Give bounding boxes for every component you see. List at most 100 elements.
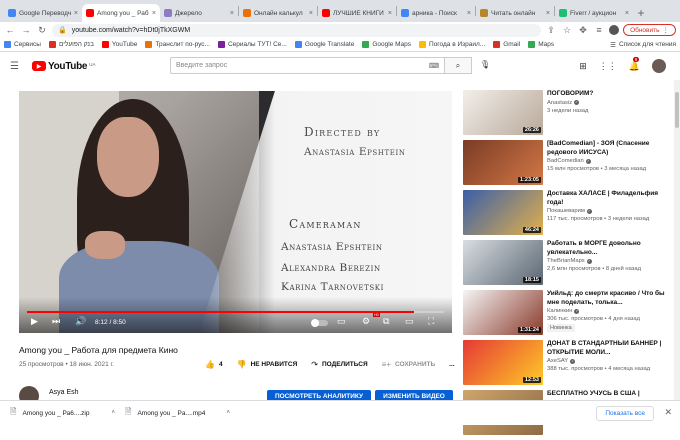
recommended-video[interactable]: 26:26 ПОГОВОРИМ? Anastasiz ✓ 3 недели назад	[463, 90, 678, 140]
download-item[interactable]: 🗎 Among you _ Pa....mp4 ˄	[125, 406, 240, 420]
share-icon[interactable]: ⇪	[545, 24, 557, 36]
video-thumbnail[interactable]: 26:26	[463, 90, 543, 135]
reading-list-button[interactable]: ☰ Список для чтения	[610, 41, 676, 49]
next-icon[interactable]: ⏭	[52, 316, 60, 327]
recommended-video-title[interactable]: Работать в МОРГЕ довольно увлекательно..…	[547, 240, 674, 257]
update-button[interactable]: Обновить ⋮	[623, 24, 676, 36]
bookmark-item[interactable]: Maps	[528, 41, 554, 48]
browser-tab[interactable]: ЛУЧШИЕ КНИГИ ×	[318, 4, 396, 22]
notifications-bell-icon[interactable]: 🔔 9	[629, 56, 640, 72]
tab-close-icon[interactable]: ×	[74, 10, 78, 17]
profile-avatar[interactable]	[609, 25, 620, 35]
recommended-video-channel[interactable]: Покашеварим ✓	[547, 207, 674, 215]
tab-close-icon[interactable]: ×	[388, 10, 392, 17]
recommended-video[interactable]: 1:31:24 Уийльд: до смерти красиво / Что б…	[463, 290, 678, 340]
apps-icon[interactable]: ⋮⋮	[599, 61, 617, 72]
bookmark-item[interactable]: Gmail	[493, 41, 520, 48]
new-tab-icon[interactable]: +	[633, 4, 649, 22]
recommended-video-channel[interactable]: TheBrianMaps ✓	[547, 257, 674, 265]
extensions-icon[interactable]: ✥	[577, 24, 589, 36]
recommended-video[interactable]: 18:15 Работать в МОРГЕ довольно увлекател…	[463, 240, 678, 290]
tab-close-icon[interactable]: ×	[546, 10, 550, 17]
like-button[interactable]: 👍 4	[205, 360, 223, 369]
bookmark-item[interactable]: בנק הפועלים	[48, 41, 94, 48]
download-item[interactable]: 🗎 Among you _ Ра6....zip ˄	[10, 406, 125, 420]
tab-close-icon[interactable]: ×	[230, 10, 234, 17]
video-thumbnail[interactable]: 46:24	[463, 190, 543, 235]
reload-icon[interactable]: ↻	[36, 24, 48, 36]
close-icon[interactable]: ✕	[664, 407, 672, 418]
address-bar[interactable]: 🔒 youtube.com/watch?v=hDt0jTkXGWM	[52, 23, 542, 37]
create-video-icon[interactable]: ⊞	[579, 61, 587, 72]
page-scrollbar[interactable]	[674, 80, 680, 402]
search-input[interactable]: Введите запрос ⌨	[170, 57, 445, 74]
scrollbar-thumb[interactable]	[675, 92, 679, 128]
chevron-up-icon[interactable]: ˄	[111, 410, 115, 416]
reading-list-icon[interactable]: ≡	[593, 24, 605, 36]
tab-close-icon[interactable]: ×	[625, 10, 629, 17]
share-button[interactable]: ↷ ПОДЕЛИТЬСЯ	[311, 360, 367, 369]
menu-icon[interactable]: ☰	[10, 61, 28, 72]
recommended-video-channel[interactable]: Anastasiz ✓	[547, 99, 674, 107]
video-thumbnail[interactable]: 1:23:05	[463, 140, 543, 185]
bookmark-item[interactable]: Погода в Израил...	[419, 41, 485, 48]
recommended-video-title[interactable]: Доставка ХАЛАСЁ | Филадельфия года!	[547, 190, 674, 207]
fullscreen-icon[interactable]: ⛶	[428, 316, 434, 327]
recommended-video-title[interactable]: ПОГОВОРИМ?	[547, 90, 674, 99]
recommended-video-title[interactable]: БЕСПЛАТНО УЧУСЬ В США |	[547, 390, 674, 399]
video-thumbnail[interactable]: 12:53	[463, 340, 543, 385]
youtube-logo[interactable]: ▶ YouTube UA	[32, 61, 95, 72]
more-actions-button[interactable]: ...	[449, 361, 454, 368]
bookmark-item[interactable]: Google Maps	[362, 41, 411, 48]
recommended-video[interactable]: 46:24 Доставка ХАЛАСЁ | Филадельфия года!…	[463, 190, 678, 240]
subtitles-icon[interactable]: ▭	[337, 316, 346, 327]
video-thumbnail[interactable]: 18:15	[463, 240, 543, 285]
video-thumbnail[interactable]: 1:31:24	[463, 290, 543, 335]
settings-gear-icon[interactable]: ⚙	[362, 316, 370, 327]
show-all-downloads-button[interactable]: Показать все	[596, 406, 654, 421]
recommended-video-channel[interactable]: Калинкин ✓	[547, 307, 674, 315]
bookmark-item[interactable]: Сервисы	[4, 41, 41, 48]
miniplayer-icon[interactable]: ⧉	[383, 316, 389, 327]
video-player[interactable]: Directed by Anastasia Epshtein Cameraman…	[19, 91, 452, 333]
channel-name[interactable]: Asya Esh	[49, 389, 79, 396]
account-avatar[interactable]	[652, 59, 666, 73]
play-icon[interactable]: ▶	[31, 316, 38, 327]
recommended-video-channel[interactable]: BadComedian ✓	[547, 157, 674, 165]
volume-icon[interactable]: 🔊	[75, 316, 86, 327]
recommended-video-title[interactable]: [BadComedian] - ЗОЯ (Спасение редового И…	[547, 140, 674, 157]
microphone-icon[interactable]: 🎙	[480, 60, 490, 69]
back-icon[interactable]: ←	[4, 24, 16, 36]
search-button[interactable]: ⌕	[445, 57, 472, 74]
browser-tab[interactable]: Google Переводч ×	[4, 4, 82, 22]
browser-tab[interactable]: Онлайн калькул ×	[239, 4, 317, 22]
tab-close-icon[interactable]: ×	[152, 10, 156, 17]
bookmark-item[interactable]: Транслит по-рус...	[145, 41, 210, 48]
progress-bar[interactable]	[27, 311, 444, 313]
browser-tab[interactable]: Читать онлайн ×	[476, 4, 554, 22]
bookmark-item[interactable]: Google Translate	[294, 41, 354, 48]
browser-tab[interactable]: арника - Поиск ×	[397, 4, 475, 22]
bookmark-item[interactable]: Сериалы ТУТ! Се...	[217, 41, 287, 48]
bookmark-label: Gmail	[503, 41, 521, 48]
theater-mode-icon[interactable]: ▭	[405, 316, 414, 327]
save-button[interactable]: ≡+ СОХРАНИТЬ	[382, 360, 436, 369]
tab-close-icon[interactable]: ×	[467, 10, 471, 17]
browser-tab[interactable]: Among you _ Раб ×	[82, 4, 160, 22]
bookmark-item[interactable]: YouTube	[101, 41, 137, 48]
recommended-video-channel[interactable]: AxeSAY ✓	[547, 357, 674, 365]
recommended-video-title[interactable]: Уийльд: до смерти красиво / Что бы мне п…	[547, 290, 674, 307]
recommended-video-title[interactable]: ДОНАТ В СТАНДАРТНЫЙ БАННЕР | ОТКРЫТИЕ МО…	[547, 340, 674, 357]
bookmark-star-icon[interactable]: ☆	[561, 24, 573, 36]
keyboard-icon[interactable]: ⌨	[429, 62, 439, 70]
dislike-button[interactable]: 👎 НЕ НРАВИТСЯ	[237, 360, 298, 369]
autoplay-toggle[interactable]	[311, 319, 328, 327]
tab-close-icon[interactable]: ×	[309, 10, 313, 17]
recommended-video[interactable]: 1:23:05 [BadComedian] - ЗОЯ (Спасение ред…	[463, 140, 678, 190]
chevron-up-icon[interactable]: ˄	[226, 410, 230, 416]
browser-tab[interactable]: Джерело ×	[160, 4, 238, 22]
recommended-video[interactable]: 12:53 ДОНАТ В СТАНДАРТНЫЙ БАННЕР | ОТКРЫТ…	[463, 340, 678, 390]
browser-tab[interactable]: Fiverr / аукцион ×	[555, 4, 633, 22]
tab-favicon-icon	[164, 9, 172, 17]
forward-icon[interactable]: →	[20, 24, 32, 36]
